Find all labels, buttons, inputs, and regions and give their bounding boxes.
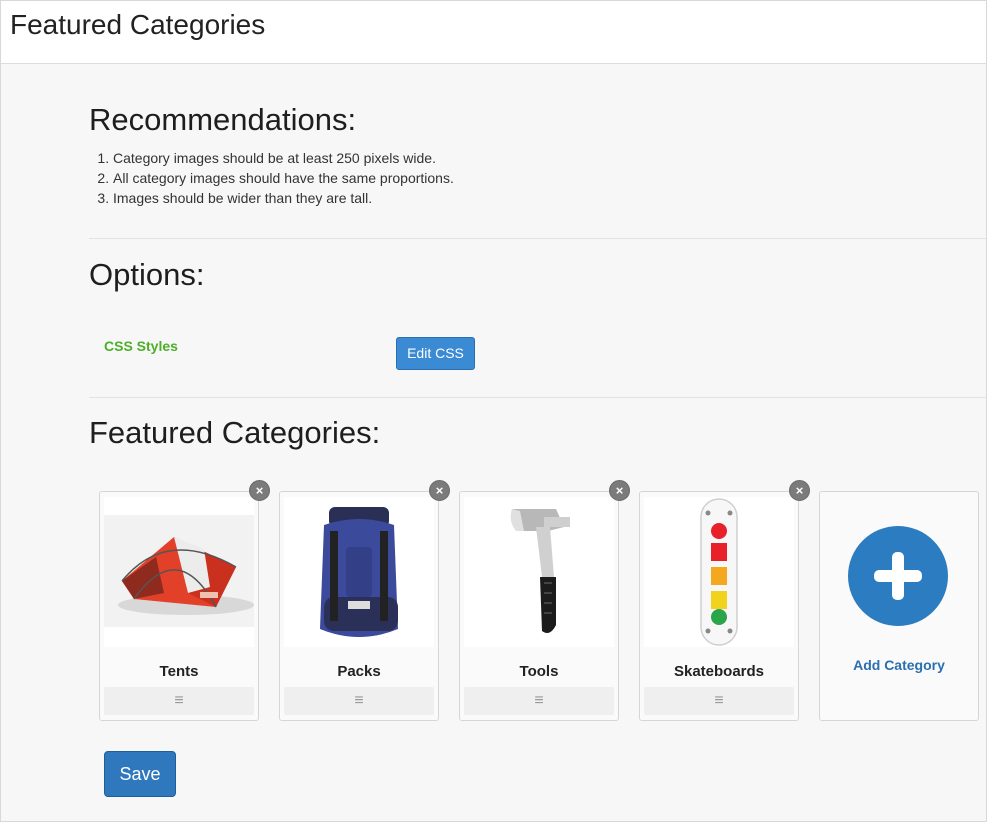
drag-handle-icon[interactable]: ≡: [464, 687, 614, 715]
edit-css-button[interactable]: Edit CSS: [396, 337, 475, 370]
css-styles-label: CSS Styles: [104, 338, 178, 354]
category-card-packs[interactable]: Packs ≡: [279, 491, 439, 721]
category-name: Skateboards: [673, 663, 765, 680]
drag-handle-icon[interactable]: ≡: [104, 687, 254, 715]
category-card-tents[interactable]: Tents ≡: [99, 491, 259, 721]
tent-image: [104, 497, 254, 647]
page-title: Featured Categories: [10, 9, 266, 40]
recommendations-heading: Recommendations:: [89, 102, 357, 137]
save-button[interactable]: Save: [104, 751, 176, 797]
add-category-label[interactable]: Add Category: [820, 657, 978, 673]
skateboard-image: [644, 497, 794, 647]
recommendation-item: Category images should be at least 250 p…: [113, 148, 454, 168]
remove-category-tents-button[interactable]: ×: [249, 480, 270, 501]
category-card-skateboards[interactable]: Skateboards ≡: [639, 491, 799, 721]
category-name: Tents: [159, 663, 199, 680]
page-frame: Featured Categories Recommendations: Cat…: [0, 0, 987, 822]
remove-category-skateboards-button[interactable]: ×: [789, 480, 810, 501]
axe-image: [464, 497, 614, 647]
divider: [89, 397, 986, 398]
backpack-image: [284, 497, 434, 647]
featured-categories-heading: Featured Categories:: [89, 415, 381, 450]
divider: [89, 238, 986, 239]
remove-category-tools-button[interactable]: ×: [609, 480, 630, 501]
plus-icon[interactable]: [848, 526, 948, 626]
page-header: Featured Categories: [1, 1, 986, 64]
drag-handle-icon[interactable]: ≡: [644, 687, 794, 715]
category-name: Tools: [519, 663, 559, 680]
drag-handle-icon[interactable]: ≡: [284, 687, 434, 715]
category-name: Packs: [337, 663, 381, 680]
recommendations-list: Category images should be at least 250 p…: [113, 148, 454, 208]
options-heading: Options:: [89, 257, 205, 292]
recommendation-item: Images should be wider than they are tal…: [113, 188, 454, 208]
remove-category-packs-button[interactable]: ×: [429, 480, 450, 501]
recommendation-item: All category images should have the same…: [113, 168, 454, 188]
category-card-tools[interactable]: Tools ≡: [459, 491, 619, 721]
add-category-card[interactable]: Add Category: [819, 491, 979, 721]
